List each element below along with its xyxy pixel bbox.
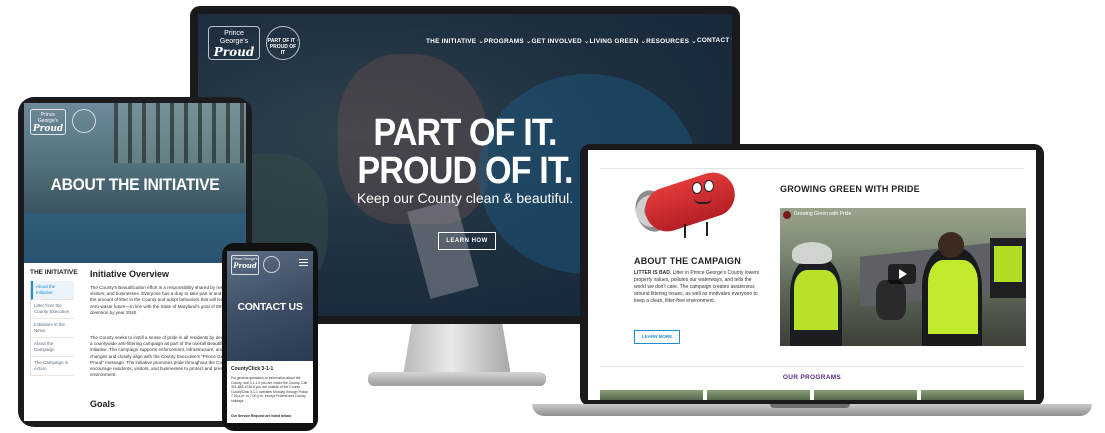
- phone-screen: Prince George's Proud CONTACT US CountyC…: [227, 251, 313, 423]
- campaign-heading: ABOUT THE CAMPAIGN: [634, 256, 741, 266]
- mascot-eye: [704, 180, 714, 192]
- site-logo[interactable]: Prince George's Proud: [30, 109, 66, 135]
- program-thumbnail[interactable]: [707, 390, 810, 400]
- campaign-lead: LITTER IS BAD.: [634, 270, 672, 276]
- nav-item-living-green[interactable]: LIVING GREEN ⌄: [590, 37, 647, 45]
- hero-photo-shape: [114, 103, 246, 163]
- sidebar-item-about-campaign[interactable]: About the Campaign: [31, 338, 74, 357]
- service-request-note: Our Service Request are listed below.: [231, 414, 292, 418]
- body-paragraph: The County's Beautification effort is a …: [90, 285, 239, 315]
- hero-photo-shape: [24, 213, 246, 263]
- main-nav: THE INITIATIVE ⌄ PROGRAMS ⌄ GET INVOLVED…: [426, 37, 732, 45]
- campaign-text: LITTER IS BAD. Litter in Prince George's…: [634, 270, 764, 305]
- campaign-badge: [263, 256, 280, 273]
- site-logo[interactable]: Prince George's Proud: [231, 255, 259, 275]
- program-thumbnail[interactable]: [600, 390, 703, 400]
- sidebar-item-campaign-action[interactable]: The Campaign in Action: [31, 357, 74, 376]
- video-title[interactable]: Growing Green with Pride: [794, 211, 851, 217]
- logo-line-1: Prince: [224, 30, 244, 37]
- video-scene: [994, 246, 1022, 282]
- sidebar-item-about-initiative[interactable]: About the Initiative: [31, 281, 74, 300]
- sidebar-item-county-executive[interactable]: Litter from the County Executive: [31, 300, 74, 319]
- learn-how-button[interactable]: LEARN HOW: [438, 232, 496, 250]
- mascot-leg: [706, 222, 708, 236]
- learn-more-button[interactable]: LEARN MORE: [634, 330, 680, 344]
- mascot-leg: [684, 224, 686, 238]
- divider: [600, 366, 1024, 367]
- site-logo[interactable]: Prince George's Proud: [208, 26, 260, 60]
- laptop-screen: ABOUT THE CAMPAIGN LITTER IS BAD. Litter…: [588, 150, 1036, 400]
- logo-script: Proud: [233, 261, 257, 270]
- video-scene: [794, 270, 838, 330]
- contact-paragraph: For general questions or information abo…: [231, 376, 308, 403]
- sidebar-nav: About the Initiative Litter from the Cou…: [30, 281, 74, 376]
- logo-line-2: George's: [219, 38, 249, 45]
- goals-heading: Goals: [90, 399, 116, 409]
- campaign-badge: PART OF IT · PROUD OF IT: [266, 26, 300, 60]
- program-thumbnails: [600, 390, 1024, 400]
- laptop-notch: [770, 404, 850, 408]
- programs-heading: OUR PROGRAMS: [782, 374, 842, 381]
- monitor-stand-neck: [403, 324, 511, 376]
- campaign-badge: [72, 109, 96, 133]
- sidebar-item-news[interactable]: Initiatives in the News: [31, 319, 74, 338]
- nav-item-resources[interactable]: RESOURCES ⌄: [646, 37, 697, 45]
- nav-item-contact[interactable]: CONTACT US: [697, 37, 732, 45]
- sidebar-heading: THE INITIATIVE: [30, 269, 78, 276]
- nav-item-initiative[interactable]: THE INITIATIVE ⌄: [426, 37, 484, 45]
- mascot-eye: [692, 182, 702, 194]
- hamburger-menu-icon[interactable]: [299, 259, 308, 266]
- nav-item-get-involved[interactable]: GET INVOLVED ⌄: [532, 37, 590, 45]
- tablet-screen: Prince George's Proud ABOUT THE INITIATI…: [24, 103, 246, 421]
- divider: [600, 168, 1024, 169]
- mascot-can-icon: [639, 166, 741, 238]
- section-title: Initiative Overview: [90, 269, 170, 279]
- logo-script: Proud: [32, 124, 64, 134]
- video-scene: [938, 232, 964, 258]
- nav-item-programs[interactable]: PROGRAMS ⌄: [484, 37, 532, 45]
- logo-script: Proud: [213, 45, 255, 59]
- contact-heading: CountyClick 3-1-1: [231, 366, 274, 372]
- video-scene: [928, 260, 978, 334]
- video-scene: [876, 280, 906, 320]
- video-player[interactable]: Growing Green with Pride: [780, 208, 1026, 346]
- monitor-stand-base: [368, 372, 546, 386]
- program-thumbnail[interactable]: [814, 390, 917, 400]
- channel-avatar[interactable]: [783, 211, 791, 219]
- video-scene: [792, 242, 832, 264]
- page-title: CONTACT US: [237, 301, 303, 313]
- body-paragraph: The County seeks to instill a sense of p…: [90, 335, 240, 378]
- page-title: ABOUT THE INITIATIVE: [50, 175, 220, 194]
- play-icon[interactable]: [888, 264, 916, 284]
- video-heading: GROWING GREEN WITH PRIDE: [780, 184, 920, 194]
- program-thumbnail[interactable]: [921, 390, 1024, 400]
